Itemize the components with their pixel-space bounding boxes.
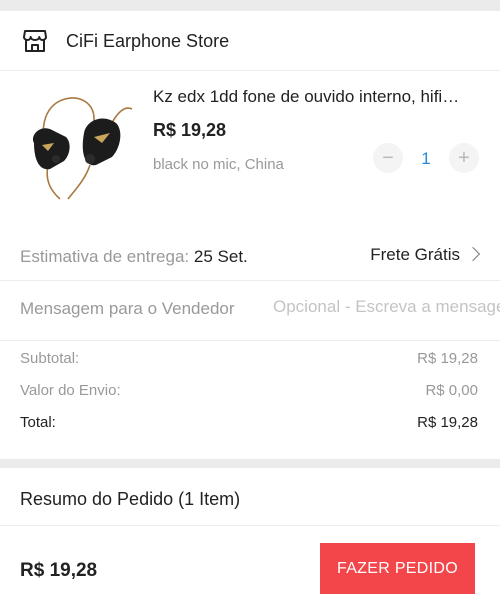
seller-message-label: Mensagem para o Vendedor: [20, 299, 235, 318]
product-variant: black no mic, China: [153, 156, 284, 173]
order-summary-title[interactable]: Resumo do Pedido (1 Item): [20, 489, 240, 510]
product-price: R$ 19,28: [153, 120, 227, 140]
order-summary-card: Resumo do Pedido (1 Item) R$ 19,28 FAZER…: [0, 468, 500, 612]
delivery-date: 25 Set.: [193, 247, 248, 266]
delivery-label: Estimativa de entrega:: [20, 247, 190, 266]
subtotal-label: Subtotal:: [20, 350, 80, 367]
delivery-row[interactable]: Estimativa de entrega: 25 Set. Frete Grá…: [0, 221, 500, 281]
product-title[interactable]: Kz edx 1dd fone de ouvido interno, hifi…: [153, 87, 483, 107]
seller-message-row: Mensagem para o Vendedor: [0, 281, 500, 341]
delivery-estimate: Estimativa de entrega: 25 Set.: [20, 247, 248, 267]
seller-message-input[interactable]: [273, 297, 500, 317]
total-label: Total:: [20, 414, 56, 431]
total-value: R$ 19,28: [417, 414, 478, 431]
footer-total-price: R$ 19,28: [20, 560, 98, 581]
free-shipping-link[interactable]: Frete Grátis: [370, 245, 460, 265]
subtotal-value: R$ 19,28: [417, 350, 478, 367]
quantity-decrease-button[interactable]: −: [373, 143, 403, 173]
chevron-right-icon[interactable]: [465, 246, 481, 262]
store-name[interactable]: CiFi Earphone Store: [66, 31, 229, 52]
earphone-product-image[interactable]: [20, 85, 138, 203]
shipping-cost-label: Valor do Envio:: [20, 382, 121, 399]
shipping-cost-value: R$ 0,00: [425, 382, 478, 399]
place-order-button[interactable]: FAZER PEDIDO: [320, 543, 475, 594]
quantity-value: 1: [421, 149, 431, 168]
store-header[interactable]: CiFi Earphone Store: [0, 11, 500, 71]
storefront-icon: [23, 30, 47, 52]
store-order-card: CiFi Earphone Store Kz edx 1dd fone de o…: [0, 11, 500, 459]
quantity-increase-button[interactable]: +: [449, 143, 479, 173]
divider: [0, 525, 500, 526]
